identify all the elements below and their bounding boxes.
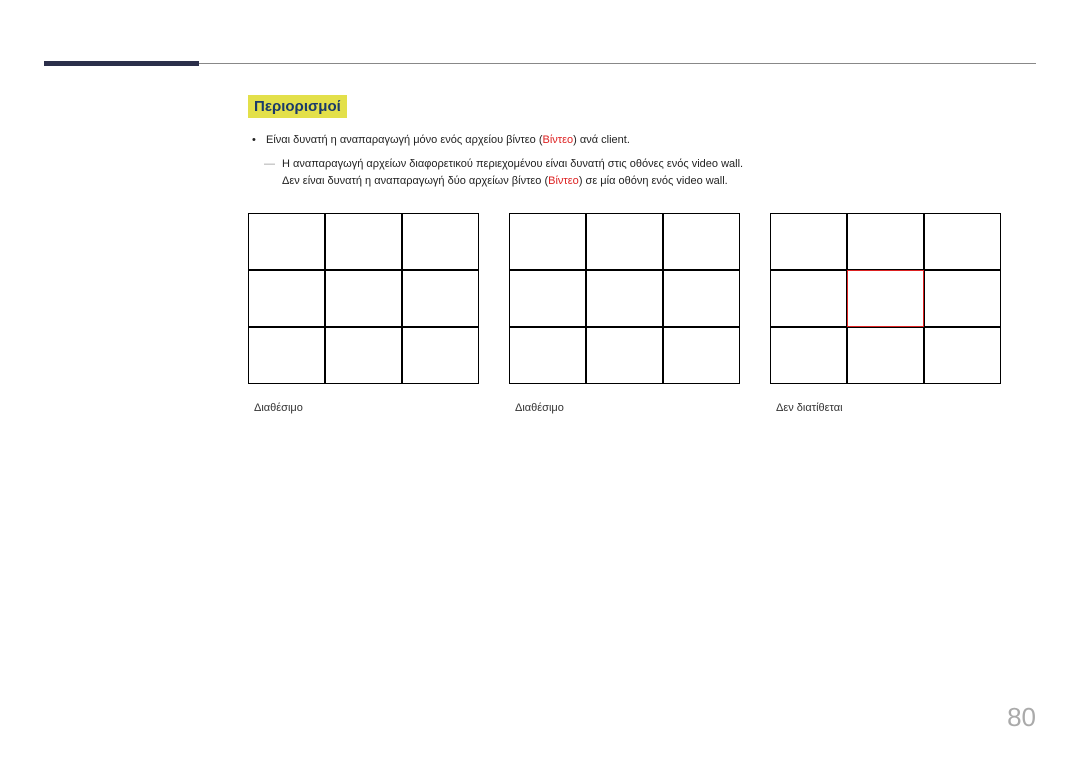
grid-cell: [248, 213, 325, 270]
section-title: Περιορισμοί: [248, 95, 347, 118]
dash-block: Η αναπαραγωγή αρχείων διαφορετικού περιε…: [282, 156, 1036, 191]
grid-cell: [663, 327, 740, 384]
grid-cell: [325, 327, 402, 384]
grid-cell: [770, 213, 847, 270]
grids-row: Διαθέσιμο Διαθέσιμο: [248, 213, 1036, 414]
dash-line1: Η αναπαραγωγή αρχείων διαφορετικού περιε…: [282, 156, 1036, 174]
grid-cell: [586, 327, 663, 384]
grid-cell: [770, 270, 847, 327]
grid-block-1: Διαθέσιμο: [248, 213, 479, 414]
header-accent: [44, 61, 199, 66]
dash-line2-highlight: Βίντεο: [548, 175, 579, 187]
grid-cell: [924, 213, 1001, 270]
bullet-suffix: ) ανά client.: [573, 134, 630, 146]
grid-cell: [663, 213, 740, 270]
grid-cell: [509, 327, 586, 384]
grid-3: [770, 213, 1001, 384]
dash-line2: Δεν είναι δυνατή η αναπαραγωγή δύο αρχεί…: [282, 173, 1036, 191]
page-content: Περιορισμοί Είναι δυνατή η αναπαραγωγή μ…: [248, 95, 1036, 414]
grid-caption-3: Δεν διατίθεται: [776, 402, 1001, 414]
grid-cell: [924, 327, 1001, 384]
grid-cell: [325, 213, 402, 270]
grid-cell: [586, 213, 663, 270]
grid-cell: [509, 213, 586, 270]
grid-cell: [325, 270, 402, 327]
grid-cell: [402, 270, 479, 327]
page-number: 80: [1007, 702, 1036, 733]
grid-cell: [770, 327, 847, 384]
bullet-prefix: Είναι δυνατή η αναπαραγωγή μόνο ενός αρχ…: [266, 134, 543, 146]
grid-block-3: Δεν διατίθεται: [770, 213, 1001, 414]
grid-caption-2: Διαθέσιμο: [515, 402, 740, 414]
dash-line2-suffix: ) σε μία οθόνη ενός video wall.: [579, 175, 728, 187]
grid-cell: [924, 270, 1001, 327]
grid-1: [248, 213, 479, 384]
grid-cell: [248, 270, 325, 327]
grid-cell: [509, 270, 586, 327]
grid-cell: [847, 327, 924, 384]
grid-cell: [847, 213, 924, 270]
grid-block-2: Διαθέσιμο: [509, 213, 740, 414]
dash-line2-prefix: Δεν είναι δυνατή η αναπαραγωγή δύο αρχεί…: [282, 175, 548, 187]
grid-2: [509, 213, 740, 384]
grid-caption-1: Διαθέσιμο: [254, 402, 479, 414]
bullet-line: Είναι δυνατή η αναπαραγωγή μόνο ενός αρχ…: [266, 132, 1036, 150]
grid-cell: [586, 270, 663, 327]
grid-cell: [663, 270, 740, 327]
grid-cell: [248, 327, 325, 384]
bullet-highlight: Βίντεο: [543, 134, 574, 146]
grid-cell: [402, 327, 479, 384]
grid-cell-highlight: [847, 270, 924, 327]
grid-cell: [402, 213, 479, 270]
